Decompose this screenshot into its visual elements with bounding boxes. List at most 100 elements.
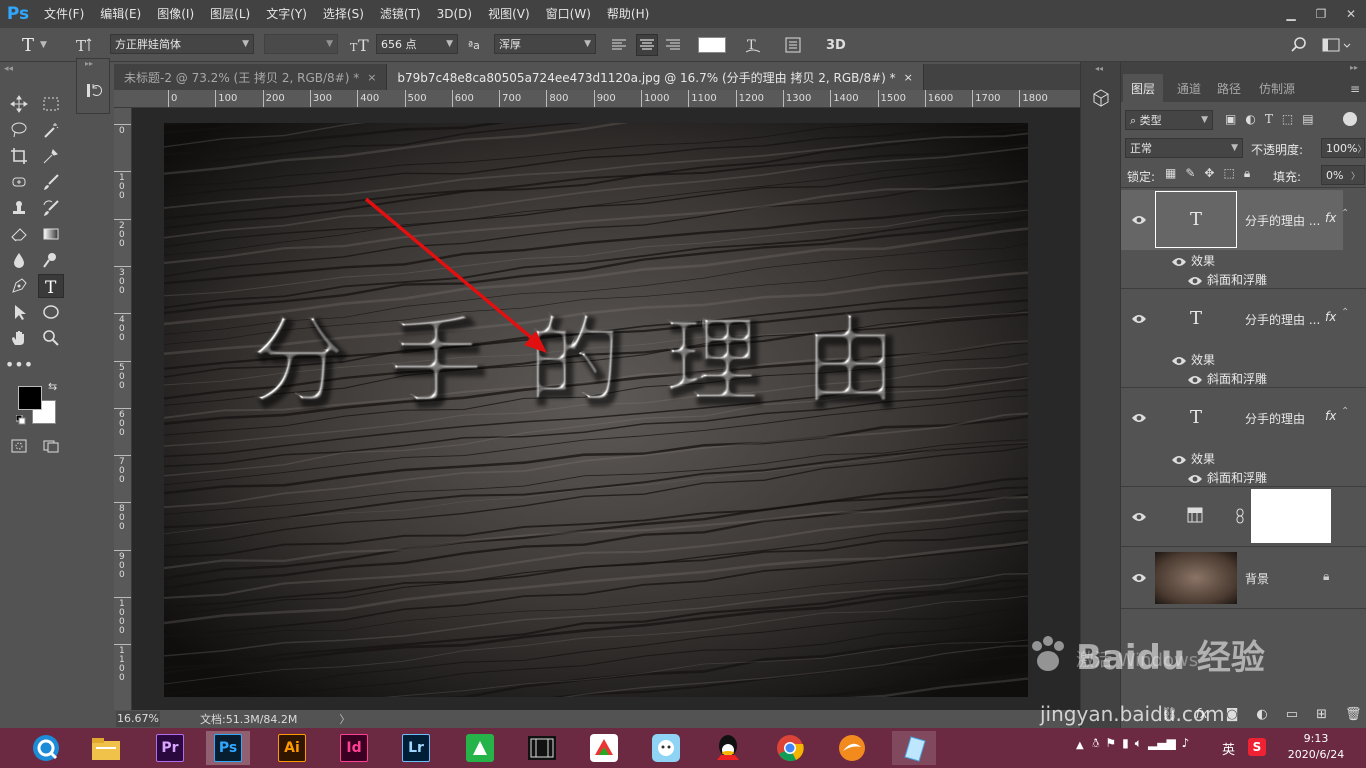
tab-paths[interactable]: 路径 <box>1209 74 1249 102</box>
visibility-eye-icon[interactable] <box>1131 572 1147 584</box>
magic-wand-icon[interactable] <box>38 118 64 142</box>
browser-app-icon[interactable] <box>830 731 874 765</box>
layer-row-text-copy[interactable]: T 分手的理由 ... fx ⌃ 效果 斜面和浮雕 <box>1121 289 1366 388</box>
status-menu-arrow[interactable]: 〉 <box>339 711 350 727</box>
file-explorer-icon[interactable] <box>84 731 128 765</box>
restore-icon[interactable]: ❐ <box>1306 4 1336 24</box>
lock-all-icon[interactable]: 🔒︎ <box>1244 166 1250 181</box>
media-app-icon[interactable] <box>582 731 626 765</box>
layer-name[interactable]: 分手的理由 ... <box>1245 311 1320 328</box>
layer-row-background[interactable]: 背景 🔒︎ <box>1121 547 1366 609</box>
lightroom-icon[interactable]: Lr <box>394 731 438 765</box>
warp-text-icon[interactable]: T <box>744 34 762 56</box>
photoshop-taskbar-icon[interactable]: Ps <box>206 731 250 765</box>
smart-object-filter-icon[interactable]: ▤ <box>1302 112 1313 126</box>
illustrator-icon[interactable]: Ai <box>270 731 314 765</box>
tab-channels[interactable]: 通道 <box>1169 74 1209 102</box>
video-editor-icon[interactable] <box>520 731 564 765</box>
swap-colors-icon[interactable]: ⇆ <box>48 380 57 393</box>
fx-icon[interactable]: fx <box>1325 310 1336 324</box>
effects-visibility-eye-icon[interactable] <box>1171 355 1187 367</box>
3d-panel-icon[interactable] <box>1092 89 1110 110</box>
new-group-icon[interactable]: ▭ <box>1286 707 1298 722</box>
new-adjustment-icon[interactable]: ◐ <box>1256 707 1267 722</box>
path-selection-icon[interactable] <box>6 300 32 324</box>
lock-transparency-icon[interactable]: ▦ <box>1165 166 1176 181</box>
quick-mask-icon[interactable] <box>6 434 32 458</box>
font-size-field[interactable]: 656 点 ▼ <box>376 34 458 54</box>
orientation-toggle-icon[interactable]: T <box>74 34 94 56</box>
menu-3d[interactable]: 3D(D) <box>429 0 480 28</box>
layer-name[interactable]: 分手的理由 ... <box>1245 212 1320 229</box>
volume-icon[interactable]: 🔈︎ <box>1135 736 1142 752</box>
eraser-tool-icon[interactable] <box>6 222 32 246</box>
add-mask-icon[interactable]: ◙ <box>1226 707 1239 722</box>
ellipse-tool-icon[interactable] <box>38 300 64 324</box>
healing-brush-icon[interactable] <box>6 170 32 194</box>
expand-icon[interactable]: ▸▸ <box>77 59 109 68</box>
type-filter-icon[interactable]: T <box>1265 112 1273 126</box>
bevel-visibility-eye-icon[interactable] <box>1187 374 1203 386</box>
visibility-eye-icon[interactable] <box>1131 412 1147 424</box>
more-tools-icon[interactable]: ••• <box>5 352 33 376</box>
new-layer-icon[interactable]: ⊞ <box>1316 707 1327 722</box>
panel-menu-icon[interactable]: ≡ <box>1350 82 1360 96</box>
tab-untitled-2[interactable]: 未标题-2 @ 73.2% (王 拷贝 2, RGB/8#) * × <box>114 64 388 90</box>
eyedropper-icon[interactable] <box>38 144 64 168</box>
lock-position-icon[interactable]: ✥ <box>1204 166 1214 181</box>
marquee-tool-icon[interactable] <box>38 92 64 116</box>
layer-row-text[interactable]: T 分手的理由 fx ⌃ 效果 斜面和浮雕 <box>1121 388 1366 487</box>
zoom-tool-icon[interactable] <box>38 326 64 350</box>
visibility-eye-icon[interactable] <box>1131 511 1147 523</box>
menu-file[interactable]: 文件(F) <box>36 0 92 28</box>
layer-name[interactable]: 分手的理由 <box>1245 410 1305 427</box>
font-family-select[interactable]: 方正胖娃简体 ▼ <box>110 34 254 54</box>
tab-active-jpg[interactable]: b79b7c48e8ca80505a724ee473d1120a.jpg @ 1… <box>387 64 924 90</box>
premiere-icon[interactable]: Pr <box>148 731 192 765</box>
effect-name[interactable]: 斜面和浮雕 <box>1207 271 1267 288</box>
minimize-icon[interactable]: ▁ <box>1276 4 1306 24</box>
character-panel-icon[interactable] <box>784 34 802 56</box>
type-tool-icon[interactable]: T <box>38 274 64 298</box>
blend-mode-select[interactable]: 正常 ▼ <box>1125 138 1243 158</box>
expand-effects-icon[interactable]: ⌃ <box>1341 307 1349 318</box>
vertical-ruler[interactable]: 0 100 200 300 400 500 600 700 800 900 1000 1100 <box>114 108 132 710</box>
clone-stamp-icon[interactable] <box>6 196 32 220</box>
3d-button[interactable]: 3D <box>826 34 846 56</box>
link-icon[interactable] <box>1235 508 1245 527</box>
text-tool-preset[interactable]: T ▼ <box>22 34 47 56</box>
lock-pixels-icon[interactable]: ✎ <box>1185 166 1195 181</box>
pixel-filter-icon[interactable]: ▣ <box>1225 112 1236 126</box>
lock-artboard-icon[interactable]: ⬚ <box>1223 166 1234 181</box>
clock[interactable]: 9:13 2020/6/24 <box>1286 732 1346 761</box>
screen-mode-icon[interactable] <box>38 434 64 458</box>
history-brush-icon[interactable] <box>38 196 64 220</box>
menu-image[interactable]: 图像(I) <box>149 0 202 28</box>
collapse-icon[interactable]: ◂◂ <box>4 64 13 74</box>
default-colors-icon[interactable] <box>15 414 26 425</box>
pen-tool-icon[interactable] <box>6 274 32 298</box>
chrome-icon[interactable] <box>768 731 812 765</box>
tab-layers[interactable]: 图层 <box>1123 74 1164 102</box>
layer-row-adjustment[interactable] <box>1121 487 1366 547</box>
network-warning-icon[interactable]: ⚑ <box>1105 736 1116 752</box>
menu-select[interactable]: 选择(S) <box>315 0 372 28</box>
qq-tray-icon[interactable]: 🐧︎ <box>1092 736 1099 752</box>
tab-clone-source[interactable]: 仿制源 <box>1251 74 1303 102</box>
chat-app-icon[interactable] <box>644 731 688 765</box>
effects-visibility-eye-icon[interactable] <box>1171 256 1187 268</box>
tray-expand-icon[interactable]: ▲ <box>1076 740 1084 751</box>
workspace-icon[interactable] <box>1322 34 1352 56</box>
ime-indicator[interactable]: 英 <box>1222 739 1235 758</box>
bevel-visibility-eye-icon[interactable] <box>1187 275 1203 287</box>
delete-layer-icon[interactable]: 🗑︎ <box>1345 707 1362 722</box>
bevel-visibility-eye-icon[interactable] <box>1187 473 1203 485</box>
fill-arrow-icon[interactable]: 〉 <box>1351 169 1360 182</box>
menu-layer[interactable]: 图层(L) <box>202 0 258 28</box>
visibility-eye-icon[interactable] <box>1131 214 1147 226</box>
menu-edit[interactable]: 编辑(E) <box>92 0 149 28</box>
gradient-tool-icon[interactable] <box>38 222 64 246</box>
dodge-tool-icon[interactable] <box>38 248 64 272</box>
font-style-select[interactable]: ▼ <box>264 34 338 54</box>
text-color-swatch[interactable] <box>698 37 726 53</box>
